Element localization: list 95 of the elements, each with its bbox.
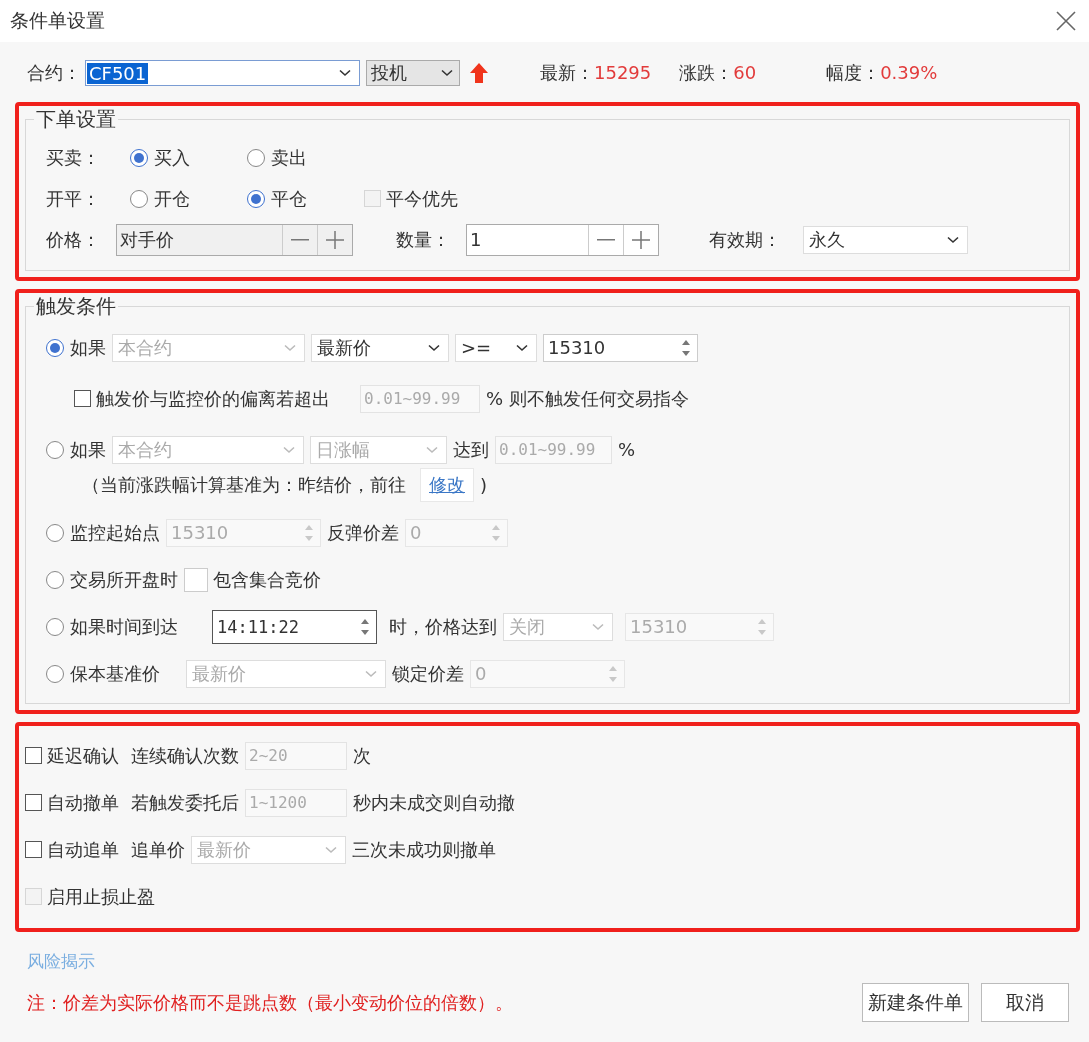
time-spinbox[interactable]: 14:11:22: [212, 609, 377, 644]
chevron-icon: [325, 845, 337, 854]
radio-button[interactable]: [130, 189, 148, 208]
checkbox-label: 延迟确认: [47, 743, 119, 768]
input-field[interactable]: 0.01~99.99: [495, 435, 612, 464]
checkbox[interactable]: [25, 841, 42, 858]
validity-dropdown[interactable]: 永久: [803, 225, 968, 254]
radio-button[interactable]: [46, 664, 64, 683]
field-label: 合约：: [27, 61, 81, 85]
radio-button[interactable]: [46, 440, 64, 459]
chevron-icon: [426, 445, 438, 454]
contract-combobox[interactable]: CF501: [85, 60, 360, 86]
label-text: 次: [353, 743, 371, 768]
label-text: 秒内未成交则自动撤: [353, 790, 515, 815]
label-text: 连续确认次数: [131, 743, 239, 768]
group-title: 下单设置: [35, 106, 117, 133]
radio-label: 平仓: [271, 186, 307, 211]
radio-label: 如果: [70, 437, 106, 462]
chevron-icon: [428, 343, 440, 352]
checkbox-label: 自动追单: [47, 837, 119, 862]
radio-label: 如果时间到达: [70, 614, 178, 639]
label-text: 达到: [453, 437, 489, 462]
input-field[interactable]: 0.01~99.99: [360, 384, 480, 413]
checkbox-label: 平今优先: [386, 186, 458, 211]
hedge-dropdown[interactable]: 投机: [366, 60, 460, 86]
label-text: 若触发委托后: [131, 790, 239, 815]
label-text: 三次未成功则撤单: [352, 837, 496, 862]
checkbox-label: 包含集合竞价: [213, 567, 321, 592]
chevron-icon: [339, 69, 351, 77]
dropdown[interactable]: >=: [455, 333, 537, 362]
input-field[interactable]: 1~1200: [245, 788, 347, 817]
field-label: 开平：: [46, 186, 101, 211]
minus-icon[interactable]: [597, 238, 615, 241]
radio-button[interactable]: [247, 148, 265, 167]
note-text: 注：价差为实际价格而不是跳点数（最小变动价位的倍数）。: [27, 990, 513, 1015]
quote-label: 涨跌：: [679, 62, 734, 83]
quote-label: 最新：: [540, 62, 594, 83]
chevron-icon: [284, 343, 296, 352]
radio-button[interactable]: [130, 148, 148, 167]
chevron-icon: [516, 343, 528, 352]
quote-value: 15295: [594, 62, 652, 83]
price-stepper[interactable]: 对手价: [116, 223, 353, 256]
chevron-icon: [441, 69, 453, 77]
quantity-stepper[interactable]: 1: [466, 223, 659, 256]
dropdown[interactable]: 最新价: [311, 333, 449, 362]
window-title: 条件单设置: [10, 8, 105, 33]
quote-value: 60: [733, 62, 757, 83]
modify-link[interactable]: 修改: [420, 468, 474, 502]
checkbox[interactable]: [74, 390, 91, 407]
radio-button[interactable]: [46, 570, 64, 589]
dialog-button[interactable]: 取消: [981, 983, 1069, 1022]
field-label: 数量：: [396, 227, 451, 252]
plus-icon[interactable]: [632, 230, 650, 249]
radio-label: 如果: [70, 335, 106, 360]
close-icon[interactable]: [1055, 10, 1077, 32]
radio-button[interactable]: [46, 523, 64, 542]
label-text: （当前涨跌幅计算基准为：昨结价，前往: [82, 473, 406, 497]
plus-icon[interactable]: [326, 230, 344, 249]
chevron-icon: [947, 235, 959, 244]
radio-label: 买入: [154, 145, 190, 170]
dialog-button[interactable]: 新建条件单: [862, 983, 969, 1022]
quote-value: 0.39%: [880, 62, 938, 83]
input-field[interactable]: 2~20: [245, 741, 347, 770]
radio-button[interactable]: [247, 189, 265, 208]
radio-label: 监控起始点: [70, 520, 160, 545]
number-spinbox[interactable]: 15310: [543, 333, 698, 362]
radio-button[interactable]: [46, 617, 64, 636]
label-text: 则不触发任何交易指令: [509, 386, 690, 411]
chevron-icon: [365, 669, 377, 678]
field-label: 有效期：: [709, 227, 782, 252]
radio-label: 交易所开盘时: [70, 567, 178, 592]
chevron-icon: [283, 445, 295, 454]
label-text: 反弹价差: [327, 520, 399, 545]
radio-label: 开仓: [154, 186, 190, 211]
checkbox-label: 自动撤单: [47, 790, 119, 815]
label-text: 时，价格达到: [389, 614, 497, 639]
checkbox-label: 触发价与监控价的偏离若超出: [96, 386, 330, 411]
radio-button[interactable]: [46, 338, 64, 357]
radio-label: 卖出: [271, 145, 307, 170]
radio-label: 保本基准价: [70, 661, 160, 686]
checkbox-label: 启用止损止盈: [47, 884, 155, 909]
checkbox[interactable]: [25, 794, 42, 811]
chevron-icon: [592, 622, 604, 631]
quote-label: 幅度：: [826, 62, 881, 83]
label-text: 追单价: [131, 837, 185, 862]
label-text: %: [618, 439, 636, 460]
field-label: 买卖：: [46, 145, 101, 170]
group-title: 触发条件: [35, 293, 117, 320]
label-text: %: [486, 388, 504, 409]
checkbox[interactable]: [25, 747, 42, 764]
minus-icon[interactable]: [291, 238, 309, 241]
label-text: ): [480, 474, 488, 496]
label-text: 锁定价差: [392, 661, 464, 686]
up-arrow-icon: [470, 63, 488, 83]
field-label: 价格：: [46, 227, 101, 252]
